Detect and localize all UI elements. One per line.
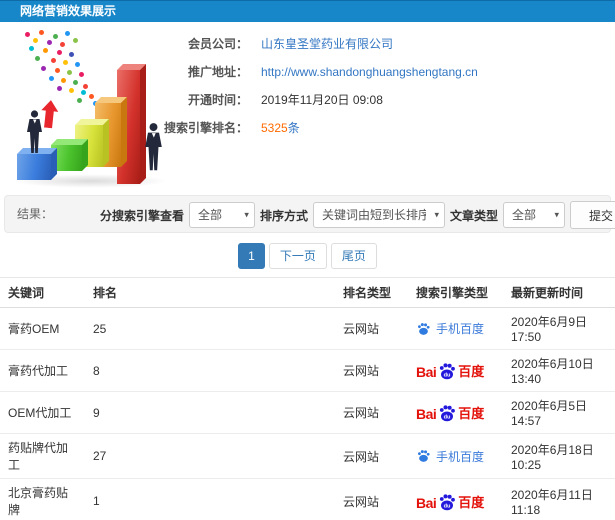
account-info: 会员公司： 山东皇圣堂药业有限公司 推广地址： http://www.shand… (150, 34, 478, 146)
keyword-cell: 北京膏药贴牌 (0, 478, 85, 520)
engine-select[interactable]: 全部 (188, 202, 255, 228)
updated-cell: 2020年6月10日 13:40 (503, 349, 615, 392)
baidu-logo: Bai du 百度 (416, 403, 484, 422)
rank-type-cell: 云网站 (335, 307, 408, 350)
businessman-left-icon (27, 110, 42, 153)
header-keyword: 关键词 (0, 277, 85, 308)
engine-select-wrap: 全部 (188, 202, 255, 228)
last-page-button[interactable]: 尾页 (330, 243, 377, 269)
page-title: 网络营销效果展示 (20, 4, 117, 18)
filter-controls: 分搜索引擎查看 全部 排序方式 关键词由短到长排序 文章类型 全部 提交 (100, 201, 615, 229)
open-time-value: 2019年11月20日 09:08 (261, 93, 383, 107)
baidu-paw-du-icon: du (440, 405, 456, 422)
rank-link[interactable]: 8 (85, 349, 335, 392)
keyword-cell: 药贴牌代加工 (0, 433, 85, 479)
promo-url-link[interactable]: http://www.shandonghuangshengtang.cn (261, 65, 478, 79)
baidu-logo: Bai du 百度 (416, 492, 484, 511)
rank-link[interactable]: 1 (85, 478, 335, 520)
svg-text:du: du (444, 414, 451, 420)
rank-link[interactable]: 25 (85, 307, 335, 350)
baidu-paw-du-icon: du (440, 493, 456, 510)
mobile-baidu-label: 手机百度 (436, 322, 485, 336)
header-engine-type: 搜索引擎类型 (408, 277, 503, 308)
baidu-logo-cn: 百度 (458, 364, 485, 379)
sort-select-wrap: 关键词由短到长排序 (312, 202, 445, 228)
baidu-logo-bai: Bai (416, 406, 437, 422)
open-time-label: 开通时间： (187, 93, 248, 107)
header-updated: 最新更新时间 (503, 277, 615, 308)
sort-filter-label: 排序方式 (259, 208, 308, 223)
table-body: 膏药OEM 25 云网站 手机百度 2020年6月9日 17:50 膏药代加工 … (0, 307, 615, 520)
baidu-logo-bai: Bai (416, 364, 437, 380)
engine-cell: 手机百度 Bai du 百度 (408, 433, 503, 479)
mobile-baidu-label: 手机百度 (436, 449, 485, 464)
submit-button[interactable]: 提交 (569, 201, 615, 229)
table-header-row: 关键词 排名 排名类型 搜索引擎类型 最新更新时间 (0, 277, 615, 308)
updated-cell: 2020年6月11日 11:18 (503, 478, 615, 520)
result-label: 结果： (17, 207, 54, 221)
header-rank: 排名 (85, 277, 335, 308)
next-page-button[interactable]: 下一页 (268, 243, 327, 269)
keyword-cell: OEM代加工 (0, 391, 85, 434)
company-link[interactable]: 山东皇圣堂药业有限公司 (261, 35, 393, 52)
sort-select[interactable]: 关键词由短到长排序 (312, 202, 445, 228)
rank-count-number: 5325 (261, 120, 288, 135)
rank-type-cell: 云网站 (335, 391, 408, 434)
engine-cell: 手机百度 Bai du 百度 (408, 307, 503, 350)
header-bar: 网络营销效果展示 (0, 0, 615, 22)
table-row: 膏药代加工 8 云网站 手机百度 (0, 349, 615, 392)
svg-text:du: du (444, 503, 451, 509)
table-row: 膏药OEM 25 云网站 手机百度 2020年6月9日 17:50 (0, 307, 615, 350)
baidu-logo-cn: 百度 (458, 406, 485, 421)
baidu-paw-du-icon: du (440, 363, 456, 380)
rank-count-suffix: 条 (287, 121, 300, 135)
article-type-select[interactable]: 全部 (502, 202, 565, 228)
table-row: 北京膏药贴牌 1 云网站 手机百度 (0, 478, 615, 520)
baidu-paw-icon (418, 322, 430, 335)
rank-link[interactable]: 9 (85, 391, 335, 434)
engine-cell: 手机百度 Bai du 百度 (408, 478, 503, 520)
info-row-rank-count: 搜索引擎排名： 5325 条 (150, 118, 478, 137)
keyword-cell: 膏药OEM (0, 307, 85, 350)
promo-url-label: 推广地址： (187, 65, 248, 79)
businessman-right-icon (145, 123, 162, 171)
updated-cell: 2020年6月5日 14:57 (503, 391, 615, 434)
article-type-label: 文章类型 (449, 208, 498, 223)
mobile-baidu-logo: 手机百度 (416, 320, 484, 337)
rank-type-cell: 云网站 (335, 433, 408, 479)
mobile-baidu-logo: 手机百度 (416, 448, 484, 465)
rank-link[interactable]: 27 (85, 433, 335, 479)
page: 网络营销效果展示 会员公司： 山东皇圣堂药业有限公司 推广地址： http://… (0, 0, 615, 520)
article-select-wrap: 全部 (502, 202, 565, 228)
rank-type-cell: 云网站 (335, 349, 408, 392)
rank-count-label: 搜索引擎排名： (163, 121, 248, 135)
baidu-logo: Bai du 百度 (416, 361, 484, 380)
baidu-logo-cn: 百度 (458, 494, 485, 510)
updated-cell: 2020年6月9日 17:50 (503, 307, 615, 350)
info-row-url: 推广地址： http://www.shandonghuangshengtang.… (150, 62, 478, 81)
company-label: 会员公司： (187, 37, 248, 51)
bar-blue (17, 154, 51, 180)
baidu-logo-bai: Bai (416, 494, 437, 511)
engine-cell: 手机百度 Bai du 百度 (408, 349, 503, 392)
confetti-graphic (5, 28, 10, 33)
baidu-paw-icon (418, 450, 430, 462)
keyword-cell: 膏药代加工 (0, 349, 85, 392)
info-row-company: 会员公司： 山东皇圣堂药业有限公司 (150, 34, 478, 53)
page-1-button[interactable]: 1 (238, 243, 265, 269)
header-rank-type: 排名类型 (335, 277, 408, 308)
engine-cell: 手机百度 Bai du 百度 (408, 391, 503, 434)
table-row: OEM代加工 9 云网站 手机百度 (0, 391, 615, 434)
svg-text:du: du (444, 372, 451, 378)
rank-type-cell: 云网站 (335, 478, 408, 520)
pagination: 1 下一页 尾页 (0, 243, 615, 269)
updated-cell: 2020年6月18日 10:25 (503, 433, 615, 479)
table-row: 药贴牌代加工 27 云网站 手机百度 2020年6月18日 10:25 (0, 433, 615, 479)
engine-filter-label: 分搜索引擎查看 (99, 208, 184, 223)
results-table: 关键词 排名 排名类型 搜索引擎类型 最新更新时间 膏药OEM 25 云网站 手… (0, 277, 615, 520)
info-row-open-time: 开通时间： 2019年11月20日 09:08 (150, 90, 478, 109)
filter-bar: 结果： 分搜索引擎查看 全部 排序方式 关键词由短到长排序 文章类型 全部 提交 (4, 195, 615, 233)
